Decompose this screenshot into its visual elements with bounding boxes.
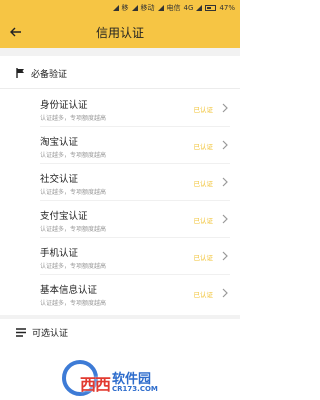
arrow-left-icon (10, 27, 21, 37)
status-bar: 移 移动 电信 4G 47% (0, 0, 240, 16)
item-name: 社交认证 (40, 174, 79, 185)
carrier-2: 移动 (140, 4, 155, 12)
item-subtitle: 认证越多，专项额度越高 (40, 226, 107, 233)
battery-icon (205, 5, 217, 11)
divider (40, 274, 230, 275)
auth-item-alipay[interactable]: 支付宝认证 认证越多，专项额度越高 已认证 (0, 202, 240, 238)
status-badge: 已认证 (193, 143, 214, 151)
divider (40, 200, 230, 201)
chevron-right-icon (222, 140, 228, 150)
divider (40, 237, 230, 238)
chevron-right-icon (222, 214, 228, 224)
battery-percent: 47% (219, 4, 235, 12)
item-name: 手机认证 (40, 248, 79, 259)
status-badge: 已认证 (193, 106, 214, 114)
section-title: 必备验证 (31, 69, 68, 80)
network-type: 4G (183, 4, 194, 12)
item-name: 支付宝认证 (40, 211, 88, 222)
section-title: 可选认证 (32, 328, 69, 339)
divider (40, 126, 230, 127)
chevron-right-icon (222, 103, 228, 113)
auth-item-taobao[interactable]: 淘宝认证 认证越多，专项额度越高 已认证 (0, 128, 240, 164)
signal-icon (157, 5, 164, 11)
item-name: 淘宝认证 (40, 137, 79, 148)
signal-icon (112, 5, 119, 11)
auth-item-phone[interactable]: 手机认证 认证越多，专项额度越高 已认证 (0, 239, 240, 275)
flag-icon (16, 68, 24, 78)
divider (40, 163, 230, 164)
nav-bar: 信用认证 (0, 16, 240, 48)
status-badge: 已认证 (193, 180, 214, 188)
item-name: 基本信息认证 (40, 285, 98, 296)
back-button[interactable] (8, 24, 24, 40)
auth-item-social[interactable]: 社交认证 认证越多，专项额度越高 已认证 (0, 165, 240, 201)
watermark-url: CR173.COM (112, 385, 158, 393)
watermark-side: 软件园 CR173.COM (112, 373, 158, 393)
watermark: 西西 软件园 CR173.COM (80, 370, 158, 396)
section-optional: 可选认证 (0, 317, 240, 347)
status-badge: 已认证 (193, 291, 214, 299)
item-subtitle: 认证越多，专项额度越高 (40, 300, 107, 307)
status-badge: 已认证 (193, 217, 214, 225)
carrier-1: 移 (121, 4, 129, 12)
section-required: 必备验证 (0, 58, 240, 88)
auth-item-id-card[interactable]: 身份证认证 认证越多，专项额度越高 已认证 (0, 91, 240, 127)
item-subtitle: 认证越多，专项额度越高 (40, 115, 107, 122)
chevron-right-icon (222, 251, 228, 261)
list-icon (16, 327, 26, 337)
watermark-main: 西西 (80, 375, 111, 394)
item-subtitle: 认证越多，专项额度越高 (40, 152, 107, 159)
item-subtitle: 认证越多，专项额度越高 (40, 189, 107, 196)
signal-icon (131, 5, 138, 11)
page-title: 信用认证 (95, 25, 144, 40)
item-name: 身份证认证 (40, 100, 88, 111)
chevron-right-icon (222, 177, 228, 187)
divider (0, 88, 240, 89)
chevron-right-icon (222, 288, 228, 298)
status-badge: 已认证 (193, 254, 214, 262)
item-subtitle: 认证越多，专项额度越高 (40, 263, 107, 270)
spacer (0, 48, 240, 56)
auth-item-basic-info[interactable]: 基本信息认证 认证越多，专项额度越高 已认证 (0, 276, 240, 312)
carrier-3: 电信 (166, 4, 181, 12)
signal-icon (196, 5, 203, 11)
